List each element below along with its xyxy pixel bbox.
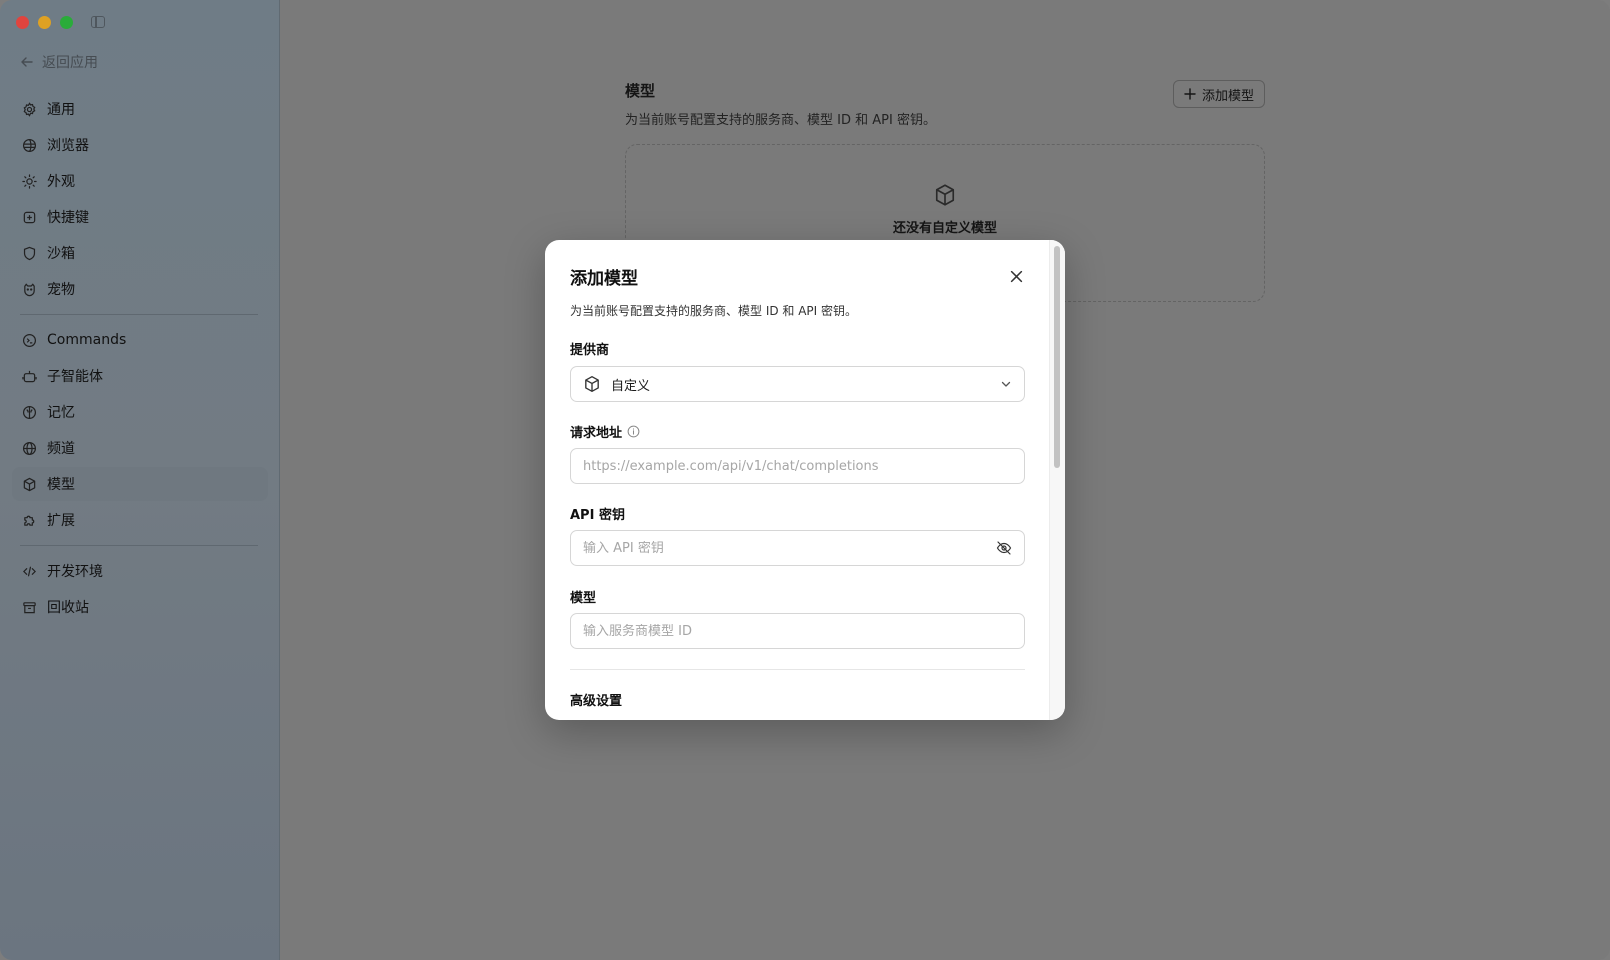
cube-icon [585, 376, 599, 392]
page-title: 模型 [625, 82, 656, 100]
sidebar-item-label: 记忆 [47, 405, 75, 421]
add-model-button[interactable]: 添加模型 [1172, 80, 1265, 108]
apikey-label: API 密钥 [570, 504, 625, 523]
back-label: 返回应用 [42, 55, 98, 71]
robot-icon [21, 368, 37, 384]
sidebar-item-commands[interactable]: Commands [12, 323, 268, 357]
maximize-window-button[interactable] [60, 16, 73, 29]
sidebar-item-label: 浏览器 [47, 138, 89, 154]
page-subtitle: 为当前账号配置支持的服务商、模型 ID 和 API 密钥。 [625, 113, 936, 128]
trash-icon [21, 599, 37, 615]
sidebar-item-extensions[interactable]: 扩展 [12, 503, 268, 537]
shield-icon [21, 245, 37, 261]
sidebar-item-label: 通用 [47, 102, 75, 118]
api-key-field[interactable] [570, 530, 1025, 566]
pet-icon [21, 281, 37, 297]
arrow-left-icon [21, 57, 33, 67]
section-divider [570, 669, 1025, 670]
sidebar-item-subagents[interactable]: 子智能体 [12, 359, 268, 393]
sidebar-item-label: 扩展 [47, 513, 75, 529]
close-icon [1010, 270, 1022, 282]
cube-icon [21, 476, 37, 492]
code-icon [21, 563, 37, 579]
back-to-app-link[interactable]: 返回应用 [20, 52, 98, 72]
sidebar-item-dev-env[interactable]: 开发环境 [12, 554, 268, 588]
sidebar-item-trash[interactable]: 回收站 [12, 590, 268, 624]
settings-nav: 通用 浏览器 外观 快捷键 沙箱 宠物 Commands 子智能体 记忆 频道 … [12, 92, 268, 626]
dialog-scrollbar[interactable] [1049, 240, 1065, 720]
sidebar-item-label: 外观 [47, 174, 75, 190]
nav-divider [20, 314, 258, 315]
close-dialog-button[interactable] [1007, 267, 1025, 285]
empty-state-title: 还没有自定义模型 [892, 221, 997, 236]
sidebar-item-memory[interactable]: 记忆 [12, 395, 268, 429]
globe-icon [21, 440, 37, 456]
sidebar-item-label: 模型 [47, 477, 75, 493]
scrollbar-thumb[interactable] [1054, 246, 1060, 468]
sidebar-item-label: 子智能体 [47, 369, 103, 385]
sidebar-item-appearance[interactable]: 外观 [12, 164, 268, 198]
dialog-subtitle: 为当前账号配置支持的服务商、模型 ID 和 API 密钥。 [570, 304, 858, 318]
nav-divider [20, 545, 258, 546]
sidebar-item-label: Commands [47, 332, 127, 348]
chevron-down-icon [1001, 381, 1011, 387]
url-label: 请求地址 [570, 422, 640, 441]
provider-selected-value: 自定义 [611, 378, 651, 394]
sidebar-item-label: 回收站 [47, 600, 89, 616]
sidebar: 返回应用 通用 浏览器 外观 快捷键 沙箱 宠物 Commands 子智能体 记… [0, 0, 280, 960]
model-id-input[interactable] [583, 623, 1012, 639]
apikey-label-text: API 密钥 [570, 508, 625, 523]
provider-select[interactable]: 自定义 [570, 366, 1025, 402]
dialog-title: 添加模型 [570, 269, 638, 289]
sidebar-item-label: 开发环境 [47, 564, 103, 580]
model-label: 模型 [570, 587, 596, 606]
sidebar-toggle-icon[interactable] [91, 16, 105, 28]
api-key-input[interactable] [583, 540, 996, 556]
cube-icon [935, 184, 955, 206]
sidebar-item-pet[interactable]: 宠物 [12, 272, 268, 306]
info-icon[interactable] [627, 425, 640, 438]
plus-icon [1184, 88, 1196, 100]
advanced-settings-label: 高级设置 [570, 694, 623, 709]
gear-icon [21, 101, 37, 117]
model-id-field[interactable] [570, 613, 1025, 649]
sidebar-item-models[interactable]: 模型 [12, 467, 268, 501]
request-url-field[interactable] [570, 448, 1025, 484]
sidebar-item-label: 频道 [47, 441, 75, 457]
advanced-settings-toggle[interactable]: 高级设置 [570, 690, 622, 709]
sidebar-item-channels[interactable]: 频道 [12, 431, 268, 465]
add-model-dialog: 添加模型 为当前账号配置支持的服务商、模型 ID 和 API 密钥。 提供商 自… [545, 240, 1065, 720]
minimize-window-button[interactable] [38, 16, 51, 29]
window-controls [16, 16, 73, 29]
sidebar-item-general[interactable]: 通用 [12, 92, 268, 126]
sidebar-item-browser[interactable]: 浏览器 [12, 128, 268, 162]
model-label-text: 模型 [570, 591, 597, 606]
command-icon [21, 332, 37, 348]
puzzle-icon [21, 512, 37, 528]
provider-label: 提供商 [570, 339, 609, 358]
sidebar-item-shortcuts[interactable]: 快捷键 [12, 200, 268, 234]
sidebar-item-label: 快捷键 [47, 210, 89, 226]
sidebar-item-label: 沙箱 [47, 246, 75, 262]
close-window-button[interactable] [16, 16, 29, 29]
browser-icon [21, 137, 37, 153]
sun-icon [21, 173, 37, 189]
provider-label-text: 提供商 [570, 343, 610, 358]
sidebar-item-sandbox[interactable]: 沙箱 [12, 236, 268, 270]
eye-off-icon[interactable] [996, 540, 1012, 556]
sidebar-item-label: 宠物 [47, 282, 75, 298]
request-url-input[interactable] [583, 458, 1012, 474]
brain-icon [21, 404, 37, 420]
add-model-label: 添加模型 [1201, 88, 1254, 104]
app-window: 返回应用 通用 浏览器 外观 快捷键 沙箱 宠物 Commands 子智能体 记… [0, 0, 1610, 960]
keyboard-icon [21, 209, 37, 225]
url-label-text: 请求地址 [570, 426, 623, 441]
